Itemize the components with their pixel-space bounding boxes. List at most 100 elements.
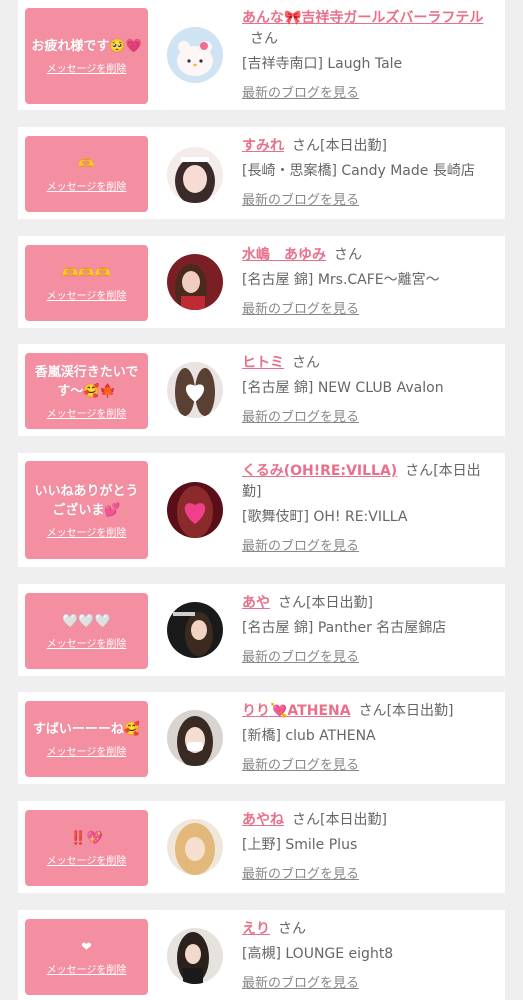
honorific: さん: [250, 31, 278, 47]
girl-avatar-icon: [167, 602, 223, 658]
list-item: 香嵐渓行きたいです〜🥰🍁 メッセージを削除 ヒトミ さん [名古屋 錦] NEW …: [18, 344, 505, 436]
honorific: さん: [292, 812, 320, 828]
message-text: お疲れ様です🥺💗: [31, 39, 142, 54]
message-text: 🫶: [78, 157, 95, 172]
list-item: 🫶🫶🫶 メッセージを削除 水嶋 あゆみ さん [名古屋 錦] Mrs.CAFE～離…: [18, 236, 505, 328]
user-info: あやね さん[本日出勤] [上野] Smile Plus 最新のブログを見る: [242, 810, 497, 885]
user-name-link[interactable]: あや: [242, 595, 270, 611]
user-info: すみれ さん[本日出勤] [長崎・思案橋] Candy Made 長崎店 最新のブ…: [242, 136, 497, 211]
delete-message-link[interactable]: メッセージを削除: [47, 852, 127, 867]
pink-heart-avatar-icon: [167, 482, 223, 538]
honorific: さん: [334, 247, 362, 263]
user-name-link[interactable]: あやね: [242, 812, 284, 828]
message-bubble: 🤍🤍🤍 メッセージを削除: [25, 593, 148, 669]
message-text: 香嵐渓行きたいです〜🥰🍁: [34, 364, 139, 399]
message-bubble: 🫶 メッセージを削除: [25, 136, 148, 212]
girl-avatar-icon: [167, 928, 223, 984]
user-info: あや さん[本日出勤] [名古屋 錦] Panther 名古屋錦店 最新のブログを…: [242, 593, 497, 668]
user-info: ヒトミ さん [名古屋 錦] NEW CLUB Avalon 最新のブログを見る: [242, 353, 497, 428]
shop-name: [名古屋 錦] Panther 名古屋錦店: [242, 620, 447, 636]
latest-blog-link[interactable]: 最新のブログを見る: [242, 755, 359, 776]
latest-blog-link[interactable]: 最新のブログを見る: [242, 864, 359, 885]
avatar[interactable]: [167, 482, 223, 538]
latest-blog-link[interactable]: 最新のブログを見る: [242, 973, 359, 994]
list-item: 🤍🤍🤍 メッセージを削除 あや さん[本日出勤] [名古屋 錦] Panther …: [18, 584, 505, 676]
latest-blog-link[interactable]: 最新のブログを見る: [242, 407, 359, 428]
latest-blog-link[interactable]: 最新のブログを見る: [242, 299, 359, 320]
latest-blog-link[interactable]: 最新のブログを見る: [242, 536, 359, 557]
honorific: さん: [278, 921, 306, 937]
list-item: ‼️💖 メッセージを削除 あやね さん[本日出勤] [上野] Smile Plus…: [18, 801, 505, 893]
user-info: あんな🎀吉祥寺ガールズバーラフテルさん [吉祥寺南口] Laugh Tale 最…: [242, 8, 497, 104]
avatar[interactable]: [167, 27, 223, 83]
user-name-link[interactable]: 水嶋 あゆみ: [242, 247, 326, 263]
avatar[interactable]: [167, 819, 223, 875]
latest-blog-link[interactable]: 最新のブログを見る: [242, 647, 359, 668]
message-text: ❤: [81, 940, 92, 955]
avatar[interactable]: [167, 362, 223, 418]
message-text: ‼️💖: [70, 831, 103, 846]
message-bubble: いいねありがとうございま💕 メッセージを削除: [25, 461, 148, 559]
shop-name: [上野] Smile Plus: [242, 837, 358, 853]
message-bubble: すばいーーーね🥰 メッセージを削除: [25, 701, 148, 777]
delete-message-link[interactable]: メッセージを削除: [47, 961, 127, 976]
delete-message-link[interactable]: メッセージを削除: [47, 405, 127, 420]
message-text: 🫶🫶🫶: [62, 266, 111, 281]
avatar[interactable]: [167, 254, 223, 310]
honorific: さん: [292, 355, 320, 371]
honorific: さん: [358, 703, 387, 719]
shop-name: [名古屋 錦] Mrs.CAFE～離宮～: [242, 272, 440, 288]
on-duty-badge: [本日出勤]: [306, 595, 373, 611]
honorific: さん: [278, 595, 306, 611]
delete-message-link[interactable]: メッセージを削除: [47, 60, 127, 75]
latest-blog-link[interactable]: 最新のブログを見る: [242, 83, 359, 104]
list-item: すばいーーーね🥰 メッセージを削除 りり💘ATHENA さん[本日出勤] [新橋]…: [18, 692, 505, 784]
message-bubble: 香嵐渓行きたいです〜🥰🍁 メッセージを削除: [25, 353, 148, 429]
avatar[interactable]: [167, 147, 223, 203]
shop-name: [長崎・思案橋] Candy Made 長崎店: [242, 163, 475, 179]
message-bubble: 🫶🫶🫶 メッセージを削除: [25, 245, 148, 321]
user-name-link[interactable]: すみれ: [242, 138, 284, 154]
user-info: りり💘ATHENA さん[本日出勤] [新橋] club ATHENA 最新のブロ…: [242, 701, 497, 776]
message-bubble: ❤ メッセージを削除: [25, 919, 148, 995]
user-info: 水嶋 あゆみ さん [名古屋 錦] Mrs.CAFE～離宮～ 最新のブログを見る: [242, 245, 497, 320]
honorific: さん: [292, 138, 320, 154]
delete-message-link[interactable]: メッセージを削除: [47, 635, 127, 650]
list-item: ❤ メッセージを削除 えり さん [高槻] LOUNGE eight8 最新のブロ…: [18, 910, 505, 1000]
user-name-link[interactable]: えり: [242, 921, 270, 937]
girl-avatar-icon: [167, 254, 223, 310]
avatar[interactable]: [167, 928, 223, 984]
user-name-link[interactable]: あんな🎀吉祥寺ガールズバーラフテル: [242, 10, 483, 26]
white-heart-avatar-icon: [167, 362, 223, 418]
delete-message-link[interactable]: メッセージを削除: [47, 287, 127, 302]
on-duty-badge: [本日出勤]: [320, 812, 387, 828]
honorific: さん: [405, 463, 434, 479]
hello-kitty-avatar-icon: [167, 27, 223, 83]
shop-name: [新橋] club ATHENA: [242, 728, 376, 744]
on-duty-badge: [本日出勤]: [386, 703, 454, 719]
user-info: くるみ(OH!RE:VILLA) さん[本日出勤] [歌舞伎町] OH! RE:V…: [242, 461, 497, 557]
user-name-link[interactable]: りり💘ATHENA: [242, 703, 351, 719]
message-bubble: お疲れ様です🥺💗 メッセージを削除: [25, 8, 148, 104]
shop-name: [名古屋 錦] NEW CLUB Avalon: [242, 380, 444, 396]
shop-name: [歌舞伎町] OH! RE:VILLA: [242, 509, 408, 525]
message-text: すばいーーーね🥰: [32, 722, 141, 737]
girl-avatar-icon: [167, 147, 223, 203]
delete-message-link[interactable]: メッセージを削除: [47, 178, 127, 193]
user-info: えり さん [高槻] LOUNGE eight8 最新のブログを見る: [242, 919, 497, 994]
list-item: お疲れ様です🥺💗 メッセージを削除 あんな🎀吉祥寺ガールズバーラフテルさん [吉…: [18, 0, 505, 110]
user-name-link[interactable]: ヒトミ: [242, 355, 284, 371]
delete-message-link[interactable]: メッセージを削除: [47, 743, 127, 758]
girl-avatar-icon: [167, 819, 223, 875]
latest-blog-link[interactable]: 最新のブログを見る: [242, 190, 359, 211]
shop-name: [高槻] LOUNGE eight8: [242, 946, 394, 962]
shop-name: [吉祥寺南口] Laugh Tale: [242, 56, 403, 72]
list-item: いいねありがとうございま💕 メッセージを削除 くるみ(OH!RE:VILLA) さ…: [18, 453, 505, 567]
avatar[interactable]: [167, 710, 223, 766]
delete-message-link[interactable]: メッセージを削除: [47, 524, 127, 539]
message-text: 🤍🤍🤍: [62, 614, 111, 629]
avatar[interactable]: [167, 602, 223, 658]
on-duty-badge: [本日出勤]: [320, 138, 387, 154]
message-text: いいねありがとうございま💕: [34, 483, 139, 518]
user-name-link[interactable]: くるみ(OH!RE:VILLA): [242, 463, 397, 479]
